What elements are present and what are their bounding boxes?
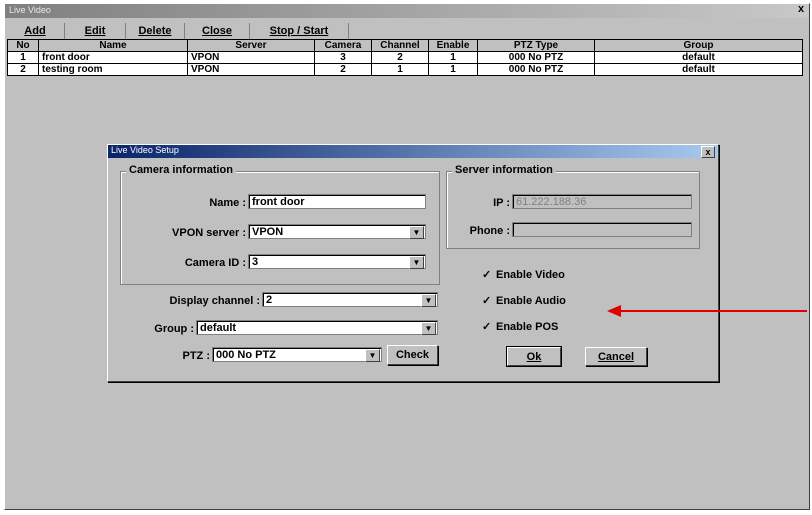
header-group[interactable]: Group [594,39,803,52]
ptz-select[interactable]: 000 No PTZ ▼ [212,347,382,362]
checkmark-icon: ✓ [482,269,492,281]
display-channel-select[interactable]: 2 ▼ [262,292,438,307]
cancel-button[interactable]: Cancel [585,347,647,366]
chevron-down-icon[interactable]: ▼ [365,349,380,362]
display-channel-value: 2 [266,294,273,306]
header-camera[interactable]: Camera [314,39,372,52]
cell-ptz-type: 000 No PTZ [477,51,595,64]
display-channel-label: Display channel : [169,295,260,307]
cell-group: default [594,63,803,76]
cell-channel: 2 [371,51,429,64]
cell-name: testing room [38,63,188,76]
chevron-down-icon[interactable]: ▼ [421,322,436,335]
enable-video-checkbox[interactable]: ✓ Enable Video [482,268,565,281]
check-button[interactable]: Check [387,345,438,365]
ip-field: 61.222.188.36 [512,194,692,209]
checkmark-icon: ✓ [482,321,492,333]
cell-camera: 2 [314,63,372,76]
edit-button[interactable]: Edit [65,23,126,40]
ptz-label: PTZ : [182,350,211,362]
name-label: Name : [209,197,246,209]
camera-table: No Name Server Camera Channel Enable PTZ… [7,39,803,76]
table-row[interactable]: 1 front door VPON 3 2 1 000 No PTZ defau… [7,51,803,64]
enable-pos-label: Enable POS [496,321,559,333]
table-row[interactable]: 2 testing room VPON 2 1 1 000 No PTZ def… [7,63,803,76]
cell-group: default [594,51,803,64]
cell-ptz-type: 000 No PTZ [477,63,595,76]
ok-button[interactable]: Ok [506,346,562,367]
header-server[interactable]: Server [187,39,315,52]
cell-enable: 1 [428,51,478,64]
enable-video-label: Enable Video [496,269,565,281]
camera-info-label: Camera information [126,164,236,176]
live-video-window: Live Video x Add Edit Delete Close Stop … [4,3,810,510]
server-info-group [446,171,700,249]
header-channel[interactable]: Channel [371,39,429,52]
cell-server: VPON [187,51,315,64]
vpon-server-label: VPON server : [172,227,246,239]
vpon-server-value: VPON [252,226,284,238]
checkmark-icon: ✓ [482,295,492,307]
annotation-arrow-head [607,305,621,317]
dialog-title: Live Video Setup [111,145,179,155]
group-value: default [200,322,237,334]
live-video-setup-dialog: Live Video Setup x Camera information Na… [107,144,719,382]
close-button[interactable]: Close [185,23,250,40]
cell-no: 2 [7,63,39,76]
header-enable[interactable]: Enable [428,39,478,52]
cell-no: 1 [7,51,39,64]
delete-button[interactable]: Delete [126,23,185,40]
enable-pos-checkbox[interactable]: ✓ Enable POS [482,320,558,333]
chevron-down-icon[interactable]: ▼ [421,294,436,307]
cell-enable: 1 [428,63,478,76]
camera-id-value: 3 [252,256,259,268]
phone-label: Phone : [469,225,510,237]
camera-id-label: Camera ID : [184,257,246,269]
cell-camera: 3 [314,51,372,64]
table-header-row: No Name Server Camera Channel Enable PTZ… [7,39,803,52]
window-close-icon[interactable]: x [795,3,807,16]
header-no[interactable]: No [7,39,39,52]
cell-name: front door [38,51,188,64]
header-name[interactable]: Name [38,39,188,52]
name-input[interactable]: front door [248,194,426,209]
stop-start-button[interactable]: Stop / Start [250,23,349,40]
group-select[interactable]: default ▼ [196,320,438,335]
window-titlebar: Live Video x [5,3,809,18]
chevron-down-icon[interactable]: ▼ [409,226,424,239]
phone-field [512,222,692,237]
cell-channel: 1 [371,63,429,76]
ptz-value: 000 No PTZ [216,349,276,361]
chevron-down-icon[interactable]: ▼ [409,256,424,269]
cell-server: VPON [187,63,315,76]
server-info-label: Server information [452,164,556,176]
camera-id-select[interactable]: 3 ▼ [248,254,426,269]
dialog-close-icon[interactable]: x [701,146,715,158]
add-button[interactable]: Add [6,23,65,40]
enable-audio-checkbox[interactable]: ✓ Enable Audio [482,294,566,307]
enable-audio-label: Enable Audio [496,295,566,307]
dialog-titlebar: Live Video Setup x [108,145,718,158]
annotation-arrow-icon [607,305,807,317]
header-ptz-type[interactable]: PTZ Type [477,39,595,52]
group-label: Group : [154,323,194,335]
ip-label: IP : [493,197,510,209]
window-title: Live Video [9,5,51,15]
vpon-server-select[interactable]: VPON ▼ [248,224,426,239]
